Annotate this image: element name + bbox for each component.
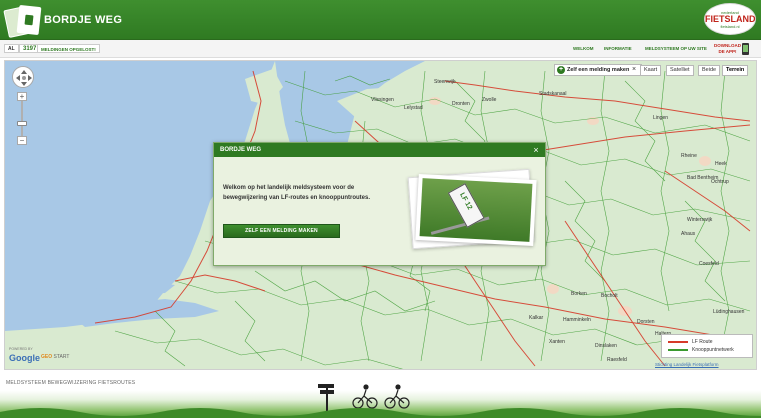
- map-close-icon[interactable]: ×: [630, 66, 638, 74]
- place-label: Bad Bentheim: [687, 175, 719, 181]
- subbar: AL 3197 MELDINGEN OPGELOST! WELKOM INFOR…: [0, 40, 761, 58]
- nav-informatie[interactable]: INFORMATIE: [604, 46, 632, 51]
- place-label: Hamminkeln: [563, 317, 591, 323]
- signpost-icon: [318, 384, 334, 412]
- legend-swatch-lf: [668, 341, 688, 343]
- logo-card-front: [16, 4, 42, 36]
- fietsland-logo-main: FIETSLAND: [705, 14, 756, 24]
- cyclist-icon: [352, 384, 410, 409]
- nav-download-app[interactable]: DOWNLOAD DE APP!: [714, 43, 741, 55]
- fietsland-logo[interactable]: nederland FIETSLAND fietsland.nl: [704, 3, 756, 35]
- place-label: Borken: [571, 291, 587, 297]
- map-zelf-melding-label: Zelf een melding maken: [567, 67, 630, 73]
- place-label: Raesfeld: [607, 357, 627, 363]
- geostart-logo-start: START: [53, 354, 70, 360]
- zoom-slider-handle[interactable]: [17, 121, 27, 126]
- geostart-logo-geo: GEO: [41, 354, 53, 360]
- place-label: Bocholt: [601, 293, 618, 299]
- place-label: Lüdinghausen: [713, 309, 745, 315]
- place-label: Xanten: [549, 339, 565, 345]
- dialog-close-icon[interactable]: ×: [530, 143, 542, 157]
- place-label: Ahaus: [681, 231, 696, 237]
- map-legend: LF Route Knooppuntnetwerk: [661, 334, 753, 358]
- download-line-1: DOWNLOAD: [714, 43, 741, 48]
- place-label: Lingen: [653, 115, 669, 121]
- place-label: Steenwijk: [434, 79, 456, 85]
- signpost-photo: [415, 173, 537, 247]
- place-label: Winterswijk: [687, 217, 713, 223]
- footer: MELDSYSTEEM BEWEGWIJZERING FIETSROUTES: [0, 372, 761, 418]
- geostart-logo[interactable]: GEO START: [41, 354, 69, 360]
- place-label: Stadskanaal: [539, 91, 567, 97]
- zoom-out-button[interactable]: −: [17, 136, 27, 145]
- legend-label-knooppunt: Knooppuntnetwerk: [692, 347, 734, 353]
- signpost-sign: [447, 183, 485, 228]
- grass: [0, 408, 761, 418]
- place-label: Dinslaken: [595, 343, 617, 349]
- header: BORDJE WEG nederland FIETSLAND fietsland…: [0, 0, 761, 40]
- map-type-satelliet[interactable]: Satelliet: [666, 65, 694, 76]
- place-label: Kalkar: [529, 315, 544, 321]
- powered-by-label: POWERED BY: [9, 347, 33, 351]
- plus-icon: +: [557, 66, 565, 74]
- phone-icon[interactable]: [742, 43, 749, 55]
- place-label: Dronten: [452, 101, 470, 107]
- count-prefix: AL: [4, 44, 19, 53]
- legend-swatch-knooppunt: [668, 349, 688, 351]
- map-type-terrein[interactable]: Terrein: [722, 65, 749, 76]
- place-label: Lelystad: [404, 105, 423, 111]
- download-line-2: DE APP!: [718, 49, 737, 54]
- legend-row-knooppunt: Knooppuntnetwerk: [666, 346, 748, 354]
- place-label: Vlissingen: [371, 97, 394, 103]
- zoom-in-button[interactable]: +: [17, 92, 27, 101]
- map-type-kaart[interactable]: Kaart: [640, 65, 662, 76]
- place-label: Dorsten: [637, 319, 655, 325]
- google-logo[interactable]: Google: [9, 353, 40, 363]
- map-type-beide[interactable]: Beide: [698, 65, 721, 76]
- zoom-track[interactable]: [21, 101, 23, 137]
- footer-illustration: [0, 384, 761, 418]
- zelf-melding-maken-button[interactable]: ZELF EEN MELDING MAKEN: [223, 224, 340, 238]
- solved-count-label: MELDINGEN OPGELOST!: [37, 44, 100, 53]
- legend-label-lf: LF Route: [692, 339, 713, 345]
- legend-row-lf: LF Route: [666, 338, 748, 346]
- pan-arrows-icon: [16, 70, 32, 86]
- place-label: Zwolle: [482, 97, 497, 103]
- welcome-dialog: BORDJE WEG × Welkom op het landelijk mel…: [213, 142, 546, 266]
- dialog-title: BORDJE WEG: [220, 147, 262, 153]
- map-attribution-link[interactable]: Stichting Landelijk Fietsplatform: [655, 362, 719, 367]
- page: BORDJE WEG nederland FIETSLAND fietsland…: [0, 0, 761, 418]
- nav-welkom[interactable]: WELKOM: [573, 46, 594, 51]
- signpost-photo-image: [419, 178, 533, 242]
- map-zelf-melding-button[interactable]: + Zelf een melding maken: [554, 64, 642, 76]
- bordje-weg-logo[interactable]: [3, 2, 42, 38]
- pan-control[interactable]: [12, 66, 34, 88]
- place-label: Heek: [715, 161, 727, 167]
- header-title: BORDJE WEG: [44, 14, 123, 26]
- nav-meldsysteem[interactable]: MELDSYSTEEM OP UW SITE: [645, 46, 707, 51]
- dialog-header: BORDJE WEG: [214, 143, 545, 157]
- place-label: Rheine: [681, 153, 697, 159]
- dialog-body: Welkom op het landelijk meldsysteem voor…: [223, 185, 371, 201]
- fietsland-logo-sub: fietsland.nl: [720, 24, 740, 29]
- place-label: Coesfeld: [699, 261, 719, 267]
